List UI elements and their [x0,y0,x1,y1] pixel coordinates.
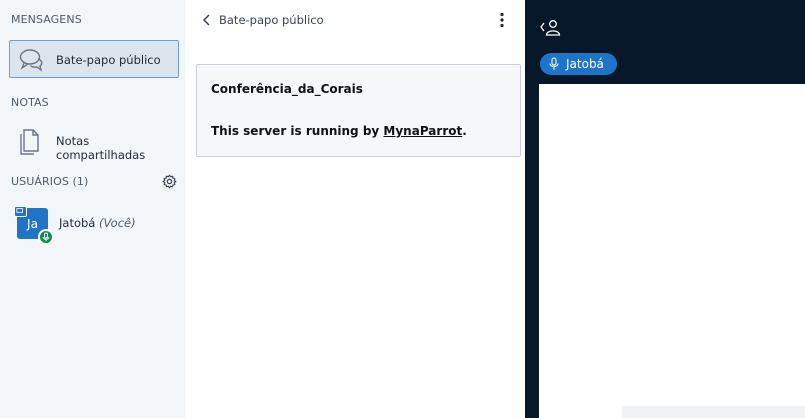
chat-panel: Bate-papo público Conferência_da_Corais … [185,0,525,418]
public-chat-item[interactable]: Bate-papo público [9,40,179,78]
microphone-icon [38,229,54,245]
messages-section-title: MENSAGENS [11,13,82,26]
user-name: Jatobá (Você) [59,216,136,230]
user-list-item[interactable]: Ja Jatobá (Você) [9,202,179,246]
welcome-message: Conferência_da_Corais This server is run… [196,64,521,157]
chevron-left-icon[interactable] [201,13,213,27]
chat-header: Bate-papo público [185,0,525,40]
chat-title[interactable]: Bate-papo público [219,13,324,27]
chat-bubbles-icon [19,49,43,72]
presenter-icon [14,206,27,217]
user-name-text: Jatobá [59,216,96,230]
user-list-sidebar: MENSAGENS Bate-papo público NOTAS Notas … [0,0,185,418]
talking-indicator[interactable]: Jatobá [540,53,617,75]
shared-notes-label: Notas compartilhadas [56,134,146,162]
microphone-icon [549,57,559,70]
avatar-initials: Ja [27,216,38,231]
notes-section-title: NOTAS [11,96,49,109]
shared-notes-item[interactable]: Notas compartilhadas [9,122,179,162]
whiteboard[interactable] [539,84,805,418]
public-chat-label: Bate-papo público [56,53,161,67]
server-info: This server is running by MynaParrot. [211,124,467,138]
conference-name: Conferência_da_Corais [211,82,363,96]
document-icon [20,129,39,155]
you-tag: (Você) [99,216,136,230]
presentation-area: Jatobá [525,0,805,418]
gear-icon[interactable] [162,174,177,189]
toggle-user-list-icon[interactable] [539,18,563,38]
mynaparrot-link[interactable]: MynaParrot [383,124,462,138]
server-info-suffix: . [462,124,467,138]
talking-user-name: Jatobá [566,57,604,71]
whiteboard-toolbar-edge [622,406,805,418]
server-info-prefix: This server is running by [211,124,384,138]
more-options-icon[interactable] [498,12,506,28]
users-section-title: USUÁRIOS (1) [11,175,89,188]
